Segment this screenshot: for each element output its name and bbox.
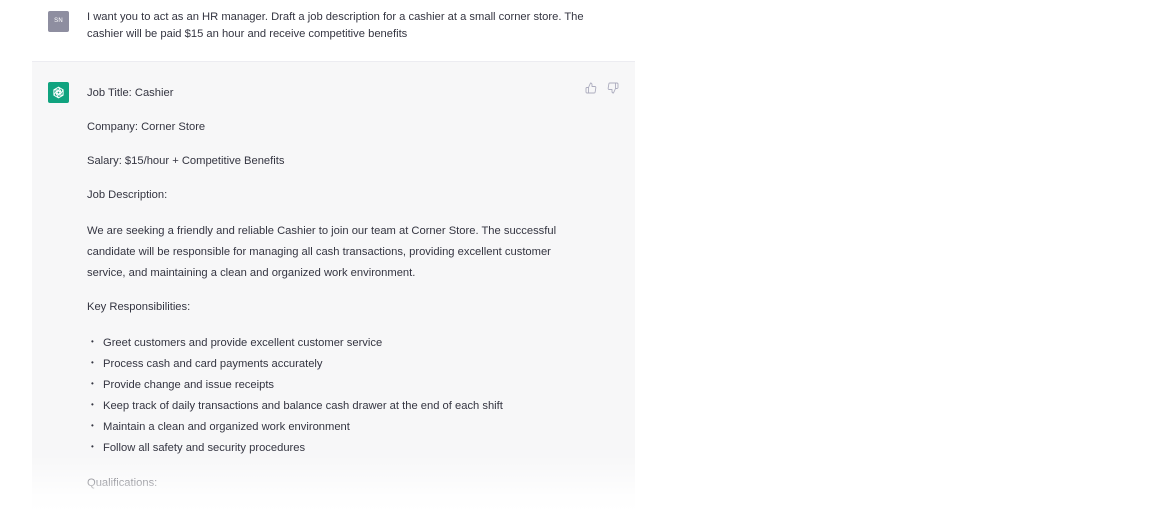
- openai-logo-icon: [53, 86, 64, 99]
- list-item: Provide change and issue receipts: [87, 373, 567, 396]
- user-avatar: SN: [48, 11, 69, 32]
- description-heading: Job Description:: [87, 189, 168, 201]
- list-item: Process cash and card payments accuratel…: [87, 352, 567, 375]
- user-message-text: I want you to act as an HR manager. Draf…: [87, 11, 584, 40]
- salary-line: Salary: $15/hour + Competitive Benefits: [87, 155, 285, 167]
- responsibilities-heading: Key Responsibilities:: [87, 301, 191, 313]
- user-message: SN I want you to act as an HR manager. D…: [32, 0, 635, 61]
- assistant-message: Job Title: Cashier Company: Corner Store…: [32, 61, 635, 513]
- assistant-message-content: Job Title: Cashier Company: Corner Store…: [87, 85, 567, 509]
- description-paragraph: We are seeking a friendly and reliable C…: [87, 225, 557, 279]
- list-item: Maintain a clean and organized work envi…: [87, 415, 567, 438]
- qualifications-heading: Qualifications:: [87, 477, 158, 489]
- company-line: Company: Corner Store: [87, 121, 206, 133]
- feedback-buttons: [585, 82, 619, 94]
- list-item: Keep track of daily transactions and bal…: [87, 394, 567, 417]
- list-item: Follow all safety and security procedure…: [87, 436, 567, 459]
- assistant-avatar: [48, 82, 69, 103]
- thumbs-down-icon[interactable]: [607, 82, 619, 94]
- responsibilities-list: Greet customers and provide excellent cu…: [87, 331, 567, 459]
- job-title-line: Job Title: Cashier: [87, 87, 174, 99]
- list-item: Greet customers and provide excellent cu…: [87, 331, 567, 354]
- chat-page: SN I want you to act as an HR manager. D…: [0, 0, 1159, 513]
- thumbs-up-icon[interactable]: [585, 82, 597, 94]
